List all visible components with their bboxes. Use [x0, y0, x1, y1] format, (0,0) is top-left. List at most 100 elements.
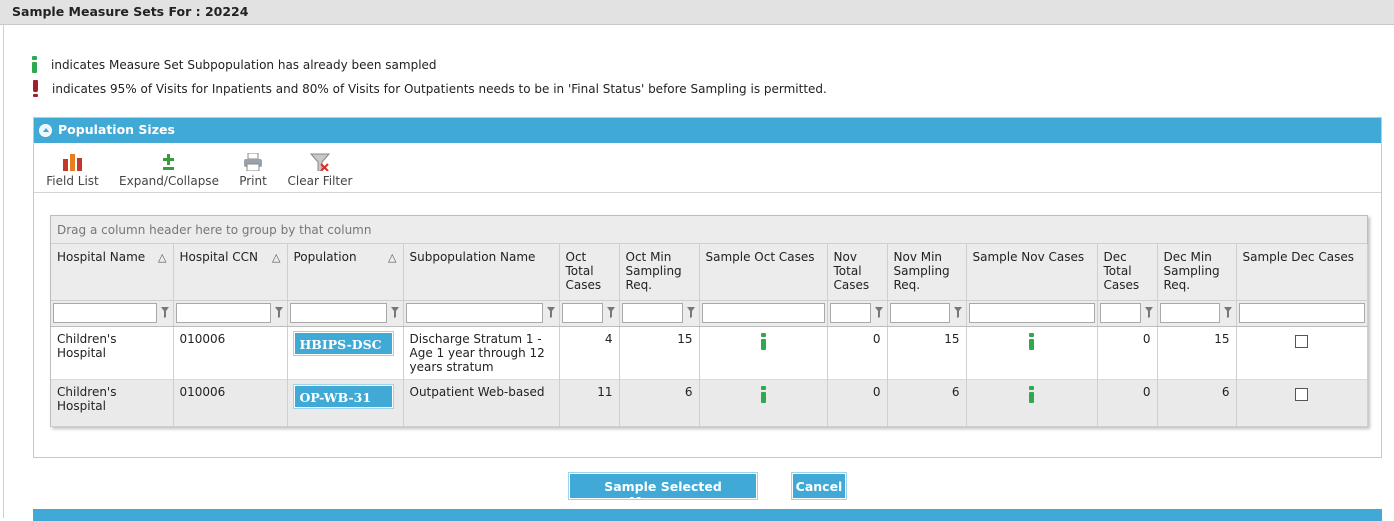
filter-input[interactable] — [561, 302, 603, 323]
column-header[interactable]: Hospital CCN △ — [173, 244, 288, 300]
filter-input[interactable] — [621, 302, 683, 323]
filter-row — [51, 299, 1368, 327]
sort-icon[interactable]: △ — [272, 251, 280, 264]
nov-total-cell: 0 — [827, 378, 888, 427]
warning-indicator-icon — [33, 80, 38, 97]
column-header[interactable]: Nov Total Cases — [827, 244, 888, 300]
sort-icon[interactable]: △ — [388, 251, 396, 264]
sample-dec-checkbox[interactable] — [1295, 387, 1308, 401]
subpopulation-cell: Discharge Stratum 1 - Age 1 year through… — [403, 326, 560, 379]
grid-toolbar: Field List Expand/Collapse Print Clear F… — [34, 143, 1381, 193]
filter-input[interactable] — [289, 302, 387, 323]
sample-dec-cell — [1236, 378, 1368, 427]
sample-dec-cell — [1236, 326, 1368, 379]
dec-total-cell: 0 — [1097, 326, 1158, 379]
filter-input[interactable] — [1099, 302, 1141, 323]
expand-collapse-icon — [163, 154, 174, 170]
dec-total-cell: 0 — [1097, 378, 1158, 427]
clear-filter-button[interactable]: Clear Filter — [285, 153, 355, 188]
ccn-cell: 010006 — [173, 326, 288, 379]
filter-input[interactable] — [175, 302, 271, 323]
column-header[interactable]: Sample Nov Cases — [966, 244, 1098, 300]
population-grid: Drag a column header here to group by th… — [50, 215, 1368, 427]
legend-warning-text: indicates 95% of Visits for Inpatients a… — [52, 82, 827, 96]
dec-min-cell: 6 — [1157, 378, 1237, 427]
ccn-cell: 010006 — [173, 378, 288, 427]
column-header[interactable]: Subpopulation Name — [403, 244, 560, 300]
print-button[interactable]: Print — [234, 153, 272, 188]
sampled-indicator-icon — [760, 332, 766, 350]
population-button[interactable]: OP-WB-31 — [292, 383, 394, 409]
field-list-button[interactable]: Field List — [45, 153, 100, 188]
clear-filter-icon — [309, 153, 331, 171]
table-row: Children's Hospital 010006 OP-WB-31 Outp… — [51, 378, 1368, 427]
filter-icon[interactable] — [274, 306, 283, 318]
oct-total-cell: 11 — [559, 378, 620, 427]
table-row: Children's Hospital 010006 HBIPS-DSC Dis… — [51, 326, 1368, 379]
column-header[interactable]: Oct Min Sampling Req. — [619, 244, 700, 300]
group-by-panel[interactable]: Drag a column header here to group by th… — [51, 216, 1367, 244]
column-header[interactable]: Nov Min Sampling Req. — [887, 244, 967, 300]
filter-input[interactable] — [829, 302, 871, 323]
column-header[interactable]: Dec Min Sampling Req. — [1157, 244, 1237, 300]
sample-oct-cell — [699, 378, 828, 427]
sampled-indicator-icon — [32, 56, 37, 73]
filter-input[interactable] — [405, 302, 543, 323]
print-icon — [244, 153, 262, 171]
sample-oct-cell — [699, 326, 828, 379]
filter-icon[interactable] — [874, 306, 883, 318]
column-header[interactable]: Sample Oct Cases — [699, 244, 828, 300]
filter-icon[interactable] — [1223, 306, 1232, 318]
column-header[interactable]: Sample Dec Cases — [1236, 244, 1368, 300]
sort-icon[interactable]: △ — [158, 251, 166, 264]
hospital-name-cell: Children's Hospital — [51, 378, 174, 427]
oct-min-cell: 6 — [619, 378, 700, 427]
panel-title: Population Sizes — [58, 122, 175, 137]
sample-selected-button[interactable]: Sample Selected Measures — [568, 472, 758, 509]
sample-nov-cell — [966, 326, 1098, 379]
panel-header[interactable]: Population Sizes — [34, 118, 1381, 143]
header-row: Hospital Name △ Hospital CCN △ Population △… — [51, 244, 1368, 300]
oct-min-cell: 15 — [619, 326, 700, 379]
population-cell: HBIPS-DSC — [287, 326, 404, 379]
filter-input[interactable] — [889, 302, 950, 323]
left-border — [3, 25, 4, 518]
filter-input[interactable] — [1159, 302, 1220, 323]
filter-icon[interactable] — [953, 306, 962, 318]
nov-min-cell: 15 — [887, 326, 967, 379]
filter-input[interactable] — [701, 302, 825, 323]
hospital-name-cell: Children's Hospital — [51, 326, 174, 379]
filter-input[interactable] — [1238, 302, 1365, 323]
population-table: Hospital Name △ Hospital CCN △ Population △… — [51, 244, 1368, 427]
filter-icon[interactable] — [1144, 306, 1153, 318]
column-header[interactable]: Dec Total Cases — [1097, 244, 1158, 300]
filter-icon[interactable] — [686, 306, 695, 318]
population-button[interactable]: HBIPS-DSC — [292, 330, 394, 356]
nov-total-cell: 0 — [827, 326, 888, 379]
expand-collapse-button[interactable]: Expand/Collapse — [118, 153, 220, 188]
filter-icon[interactable] — [160, 306, 169, 318]
column-header[interactable]: Population △ — [287, 244, 404, 300]
field-list-icon — [62, 154, 82, 171]
filter-icon[interactable] — [546, 306, 555, 318]
collapse-icon[interactable] — [39, 124, 52, 137]
subpopulation-cell: Outpatient Web-based — [403, 378, 560, 427]
cancel-button[interactable]: Cancel — [791, 472, 847, 500]
sampled-indicator-icon — [1029, 332, 1034, 350]
sample-nov-cell — [966, 378, 1098, 427]
page-title: Sample Measure Sets For : 20224 — [0, 0, 1394, 25]
filter-input[interactable] — [53, 302, 157, 323]
column-header[interactable]: Oct Total Cases — [559, 244, 620, 300]
population-cell: OP-WB-31 — [287, 378, 404, 427]
filter-icon[interactable] — [390, 306, 399, 318]
population-sizes-panel: Population Sizes Field List Expand/Colla… — [33, 117, 1382, 458]
next-panel-header[interactable] — [33, 509, 1382, 521]
filter-icon[interactable] — [606, 306, 615, 318]
sample-dec-checkbox[interactable] — [1295, 334, 1308, 348]
legend-sampled-text: indicates Measure Set Subpopulation has … — [51, 58, 437, 72]
dec-min-cell: 15 — [1157, 326, 1237, 379]
oct-total-cell: 4 — [559, 326, 620, 379]
sampled-indicator-icon — [760, 385, 766, 403]
filter-input[interactable] — [968, 302, 1095, 323]
column-header[interactable]: Hospital Name △ — [51, 244, 174, 300]
